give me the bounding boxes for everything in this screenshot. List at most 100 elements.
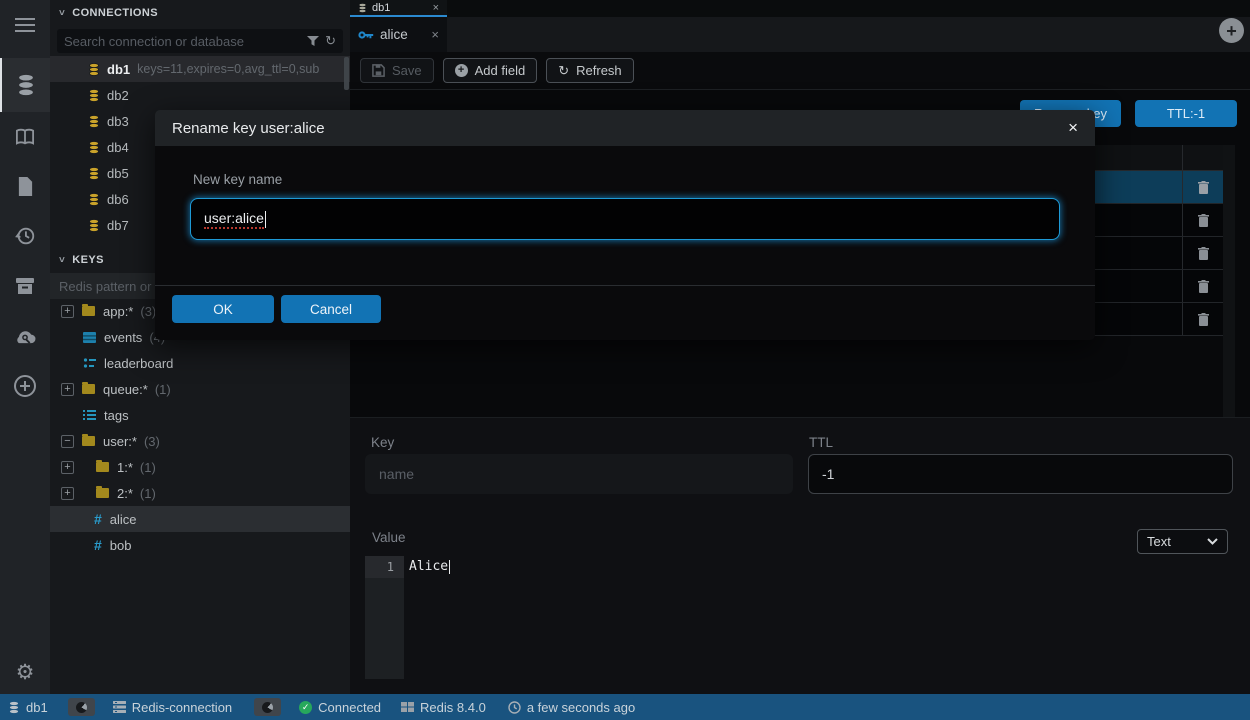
filter-icon[interactable] xyxy=(307,36,319,47)
tree-label: tags xyxy=(104,408,129,423)
tab-alice[interactable]: alice × xyxy=(350,17,447,52)
tab-label: db1 xyxy=(372,2,390,14)
connections-header-label: CONNECTIONS xyxy=(72,7,158,19)
save-button[interactable]: Save xyxy=(360,58,434,83)
connections-scrollbar[interactable] xyxy=(344,57,349,90)
value-text: Alice xyxy=(409,559,448,574)
history-nav-button[interactable] xyxy=(0,211,50,261)
menu-button[interactable] xyxy=(0,0,50,50)
modal-header: Rename key user:alice × xyxy=(155,110,1095,146)
cancel-button[interactable]: Cancel xyxy=(281,295,381,323)
chevron-down-icon: ˅ xyxy=(59,255,65,266)
tree-key-alice[interactable]: # alice xyxy=(50,506,350,532)
status-bar: db1 Redis-connection ✓ Connected Redis 8… xyxy=(0,694,1250,720)
collapse-icon[interactable]: − xyxy=(61,435,74,448)
tree-count: (1) xyxy=(140,460,156,475)
connections-header[interactable]: ˅ CONNECTIONS xyxy=(50,0,350,26)
value-editor[interactable]: 1 Alice xyxy=(365,556,1235,679)
archive-box-icon xyxy=(15,276,35,296)
trash-icon[interactable] xyxy=(1198,214,1209,227)
db-name: db1 xyxy=(107,62,130,77)
stream-type-icon xyxy=(83,332,96,343)
log-nav-button[interactable] xyxy=(0,161,50,211)
tree-folder-user-2[interactable]: + 2:* (1) xyxy=(50,480,350,506)
connections-panel: ˅ CONNECTIONS ↻ db1 keys=11,expires=0,av… xyxy=(50,0,350,694)
tab-db1[interactable]: db1 × xyxy=(350,0,447,17)
refresh-icon: ↻ xyxy=(558,63,569,79)
tree-folder-user-1[interactable]: + 1:* (1) xyxy=(50,454,350,480)
refresh-button[interactable]: ↻ Refresh xyxy=(546,58,633,83)
tree-key-leaderboard[interactable]: leaderboard xyxy=(50,350,350,376)
docs-nav-button[interactable] xyxy=(0,112,50,162)
expand-icon[interactable]: + xyxy=(61,383,74,396)
memory-usage-badge[interactable] xyxy=(254,698,281,716)
connection-tab-bar: db1 × xyxy=(350,0,1250,17)
refresh-connections-icon[interactable]: ↻ xyxy=(325,33,336,49)
close-tab-icon[interactable]: × xyxy=(433,2,439,14)
key-field xyxy=(365,454,793,494)
new-key-name-label: New key name xyxy=(193,172,282,187)
expand-icon[interactable]: + xyxy=(61,461,74,474)
status-version: Redis 8.4.0 xyxy=(401,700,486,715)
db-name: db6 xyxy=(107,192,129,207)
string-type-icon: # xyxy=(94,537,102,553)
database-icon xyxy=(88,89,100,102)
key-toolbar: Save + Add field ↻ Refresh xyxy=(350,52,1250,90)
close-tab-icon[interactable]: × xyxy=(431,27,439,42)
modal-title: Rename key user:alice xyxy=(172,120,325,137)
db-row-db2[interactable]: db2 xyxy=(50,82,350,108)
ttl-button[interactable]: TTL:-1 xyxy=(1135,100,1237,127)
trash-icon[interactable] xyxy=(1198,181,1209,194)
plus-circle-icon: + xyxy=(455,64,468,77)
tree-folder-queue[interactable]: + queue:* (1) xyxy=(50,376,350,402)
editor-gutter: 1 xyxy=(365,556,404,679)
hamburger-icon xyxy=(15,18,35,20)
plus-circle-icon xyxy=(13,374,37,398)
ttl-field-input[interactable] xyxy=(809,455,1232,493)
new-key-name-input[interactable]: user:alice xyxy=(190,198,1060,240)
new-key-name-value: user:alice xyxy=(204,210,264,229)
editor-content[interactable]: Alice xyxy=(409,556,450,578)
table-scrollbar[interactable] xyxy=(1223,145,1235,430)
folder-icon xyxy=(82,436,95,446)
db-usage-badge[interactable] xyxy=(68,698,95,716)
expand-icon[interactable]: + xyxy=(61,305,74,318)
add-field-button[interactable]: + Add field xyxy=(443,58,538,83)
db-row-db1[interactable]: db1 keys=11,expires=0,avg_ttl=0,sub xyxy=(50,56,350,82)
db-detail: keys=11,expires=0,avg_ttl=0,sub xyxy=(137,62,319,76)
database-icon xyxy=(88,167,100,180)
book-icon xyxy=(14,128,36,146)
cloud-search-icon xyxy=(13,327,38,346)
tree-label: events xyxy=(104,330,142,345)
save-label: Save xyxy=(392,63,422,78)
refresh-label: Refresh xyxy=(576,63,622,78)
icon-rail: ⚙ xyxy=(0,0,50,694)
trash-icon[interactable] xyxy=(1198,313,1209,326)
database-icon xyxy=(15,73,37,97)
settings-button[interactable]: ⚙ xyxy=(0,647,50,697)
tree-key-bob[interactable]: # bob xyxy=(50,532,350,558)
status-db: db1 xyxy=(8,700,48,715)
cloud-search-nav-button[interactable] xyxy=(0,311,50,361)
trash-icon[interactable] xyxy=(1198,280,1209,293)
trash-icon[interactable] xyxy=(1198,247,1209,260)
close-icon[interactable]: × xyxy=(1068,118,1078,138)
folder-icon xyxy=(96,462,109,472)
key-field-input[interactable] xyxy=(365,454,793,494)
database-icon xyxy=(88,219,100,232)
ok-button[interactable]: OK xyxy=(172,295,274,323)
value-label: Value xyxy=(372,530,406,545)
tree-count: (3) xyxy=(140,304,156,319)
new-tab-button[interactable]: + xyxy=(1219,18,1244,43)
app-window: ⚙ ˅ CONNECTIONS ↻ db1 keys=11,expires=0,… xyxy=(0,0,1250,720)
tree-key-tags[interactable]: tags xyxy=(50,402,350,428)
databases-nav-button[interactable] xyxy=(0,58,50,112)
db-name: db2 xyxy=(107,88,129,103)
value-format-select[interactable]: Text xyxy=(1137,529,1228,554)
new-connection-button[interactable] xyxy=(0,361,50,411)
connection-search-input[interactable] xyxy=(64,34,301,49)
archive-nav-button[interactable] xyxy=(0,261,50,311)
chevron-down-icon xyxy=(1207,538,1218,545)
tree-folder-user[interactable]: − user:* (3) xyxy=(50,428,350,454)
expand-icon[interactable]: + xyxy=(61,487,74,500)
